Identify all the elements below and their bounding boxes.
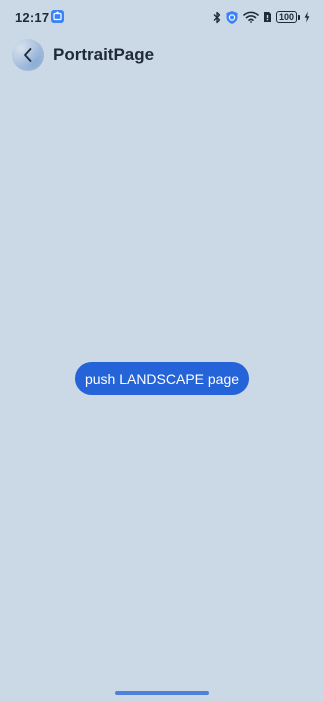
status-bar: 12:17 100 — [0, 0, 324, 34]
screen: 12:17 100 PortraitPage push LANDSCAPE pa… — [0, 0, 324, 701]
battery-body: 100 — [275, 11, 297, 23]
push-landscape-page-button[interactable]: push LANDSCAPE page — [75, 362, 249, 395]
chevron-left-icon — [22, 47, 34, 63]
status-time: 12:17 — [15, 10, 50, 25]
battery-indicator: 100 — [275, 10, 300, 24]
sim-icon — [263, 11, 272, 23]
back-button[interactable] — [12, 39, 44, 71]
home-indicator[interactable] — [115, 691, 209, 695]
status-icons: 100 — [213, 9, 310, 25]
bluetooth-icon — [213, 11, 221, 24]
page-title: PortraitPage — [53, 45, 155, 64]
wifi-icon — [243, 11, 259, 23]
bolt-icon — [304, 11, 310, 23]
app-notification-icon — [51, 10, 64, 23]
battery-level: 100 — [278, 11, 294, 22]
battery-cap — [298, 14, 300, 20]
shield-icon — [225, 10, 239, 25]
header: PortraitPage — [12, 38, 154, 72]
